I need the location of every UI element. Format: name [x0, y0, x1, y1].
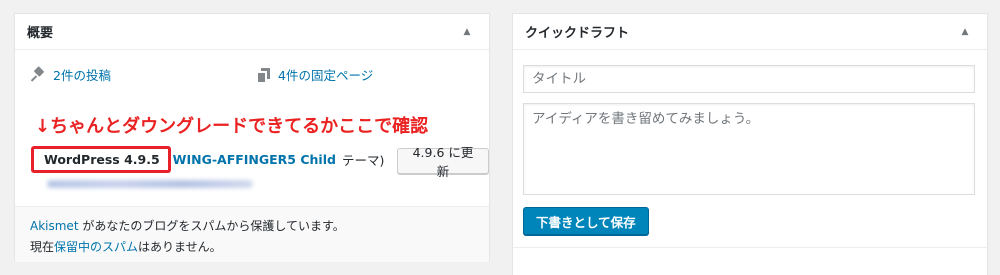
widget-header[interactable]: 概要 ▲ [15, 14, 489, 50]
version-line: WordPress 4.9.5 WING-AFFINGER5 Child テーマ… [31, 146, 384, 173]
update-button[interactable]: 4.9.6 に更新 [397, 145, 489, 179]
akismet-section: Akismet があなたのブログをスパムから保護しています。 現在保留中のスパム… [15, 206, 489, 262]
posts-count-link[interactable]: 2件の投稿 [31, 65, 111, 84]
annotation-text: ↓ちゃんとダウングレードできてるかここで確認 [33, 112, 431, 138]
akismet-text: があなたのブログをスパムから保護しています。 [78, 219, 345, 233]
save-draft-button[interactable]: 下書きとして保存 [523, 207, 649, 235]
blurred-text [47, 180, 253, 188]
arrow-up-icon[interactable]: ▲ [955, 27, 975, 37]
wordpress-version: WordPress 4.9.5 [31, 146, 171, 173]
spam-prefix: 現在 [30, 240, 55, 254]
draft-title-input[interactable]: タイトル [523, 65, 975, 93]
pages-count-label: 4件の固定ページ [278, 68, 374, 83]
draft-content-textarea[interactable]: アイディアを書き留めてみましょう。 [523, 103, 975, 195]
divider [513, 247, 987, 248]
widget-title: 概要 [27, 26, 54, 41]
pages-icon [258, 67, 270, 82]
theme-link[interactable]: WING-AFFINGER5 Child [173, 152, 336, 167]
pushpin-icon [31, 68, 45, 82]
pending-spam-link[interactable]: 保留中のスパム [54, 240, 138, 254]
arrow-up-icon[interactable]: ▲ [457, 27, 477, 37]
widget-title: クイックドラフト [525, 26, 630, 41]
quick-draft-widget: クイックドラフト ▲ タイトル アイディアを書き留めてみましょう。 下書きとして… [512, 13, 988, 275]
pages-count-link[interactable]: 4件の固定ページ [258, 65, 373, 84]
theme-suffix: テーマ) [341, 153, 385, 168]
posts-count-label: 2件の投稿 [53, 68, 111, 83]
spam-suffix: はありません。 [138, 240, 222, 254]
widget-header[interactable]: クイックドラフト ▲ [513, 14, 987, 50]
spam-line: 現在保留中のスパムはありません。 [30, 237, 474, 258]
akismet-link[interactable]: Akismet [30, 219, 79, 233]
akismet-line: Akismet があなたのブログをスパムから保護しています。 [30, 216, 474, 237]
at-a-glance-widget: 概要 ▲ 2件の投稿 4件の固定ページ ↓ちゃんとダウングレードできてるかここで… [14, 13, 490, 262]
